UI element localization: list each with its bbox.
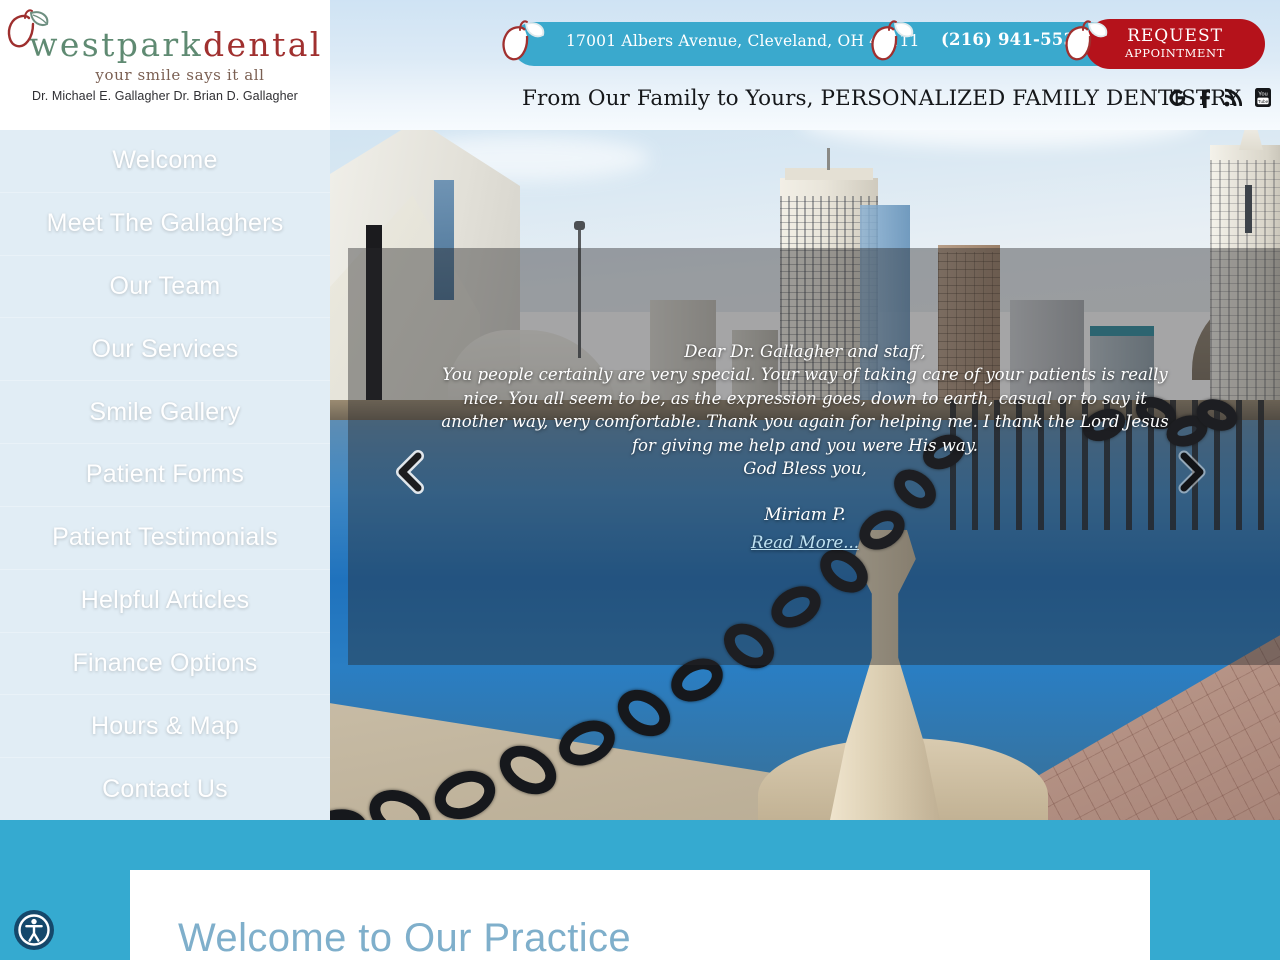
sidebar-item-patient-testimonials[interactable]: Patient Testimonials <box>0 505 330 569</box>
nav-label: Meet The Gallaghers <box>46 209 284 238</box>
apple-leaf-logo-icon <box>3 4 55 56</box>
read-more-link[interactable]: Read More... <box>751 531 859 554</box>
sidebar-item-smile-gallery[interactable]: Smile Gallery <box>0 380 330 443</box>
terminal-tower-slot <box>1245 185 1252 233</box>
logo-west-text: westpark <box>29 24 203 64</box>
request-line-1: REQUEST <box>1127 25 1223 46</box>
rss-icon[interactable] <box>1223 88 1243 113</box>
key-tower-antenna <box>827 148 830 170</box>
social-links: You Tube <box>1168 87 1272 113</box>
sidebar-item-patient-forms[interactable]: Patient Forms <box>0 443 330 506</box>
nav-label: Hours & Map <box>90 711 240 740</box>
svg-text:You: You <box>1258 92 1267 98</box>
chevron-left-icon[interactable] <box>390 448 430 501</box>
testimonial-slide: Dear Dr. Gallagher and staff, You people… <box>430 340 1180 554</box>
nav-label: Our Services <box>91 334 239 363</box>
svg-text:Tube: Tube <box>1258 99 1269 104</box>
nav-label: Patient Testimonials <box>52 523 278 552</box>
page-title: Welcome to Our Practice <box>178 916 632 960</box>
accessibility-icon[interactable] <box>12 908 56 952</box>
logo-doctor-names: Dr. Michael E. Gallagher Dr. Brian D. Ga… <box>32 88 298 103</box>
site-logo[interactable]: westpark dental your smile says it all D… <box>0 0 330 130</box>
logo-tagline: your smile says it all <box>95 65 265 84</box>
nav-label: Finance Options <box>72 648 258 677</box>
sidebar-item-our-team[interactable]: Our Team <box>0 254 330 318</box>
youtube-icon[interactable]: You Tube <box>1254 87 1272 113</box>
primary-navigation: Welcome Meet The Gallaghers Our Team Our… <box>0 130 330 820</box>
testimonial-salutation: Dear Dr. Gallagher and staff, <box>684 342 926 361</box>
testimonial-body: You people certainly are very special. Y… <box>441 365 1169 455</box>
nav-label: Welcome <box>112 146 218 175</box>
testimonial-signature: Miriam P. <box>764 504 846 525</box>
sidebar-item-our-services[interactable]: Our Services <box>0 317 330 380</box>
sidebar-nav: Welcome Meet The Gallaghers Our Team Our… <box>0 130 330 820</box>
apple-leaf-icon <box>497 14 551 68</box>
nav-label: Smile Gallery <box>89 397 241 426</box>
nav-label: Helpful Articles <box>80 586 250 615</box>
request-line-2: APPOINTMENT <box>1125 46 1225 61</box>
logo-dental-text: dental <box>202 24 323 64</box>
apple-leaf-icon <box>1060 14 1114 68</box>
testimonial-closing: God Bless you, <box>743 459 867 479</box>
sidebar-item-meet-the-gallaghers[interactable]: Meet The Gallaghers <box>0 191 330 255</box>
facebook-icon[interactable] <box>1199 88 1211 113</box>
nav-label: Patient Forms <box>85 460 245 489</box>
nav-label: Our Team <box>109 272 221 301</box>
sidebar-item-hours-and-map[interactable]: Hours & Map <box>0 694 330 757</box>
header-tagline: From Our Family to Yours, PERSONALIZED F… <box>522 86 1241 111</box>
chevron-right-icon[interactable] <box>1172 448 1212 501</box>
sidebar-item-contact-us[interactable]: Contact Us <box>0 757 330 820</box>
sidebar-item-welcome[interactable]: Welcome <box>0 130 330 192</box>
sidebar-item-helpful-articles[interactable]: Helpful Articles <box>0 568 330 632</box>
logo-wordmark: westpark dental <box>7 8 323 64</box>
nav-label: Contact Us <box>102 774 228 803</box>
apple-leaf-icon <box>866 14 920 68</box>
google-icon[interactable] <box>1168 88 1187 113</box>
sidebar-item-finance-options[interactable]: Finance Options <box>0 631 330 695</box>
